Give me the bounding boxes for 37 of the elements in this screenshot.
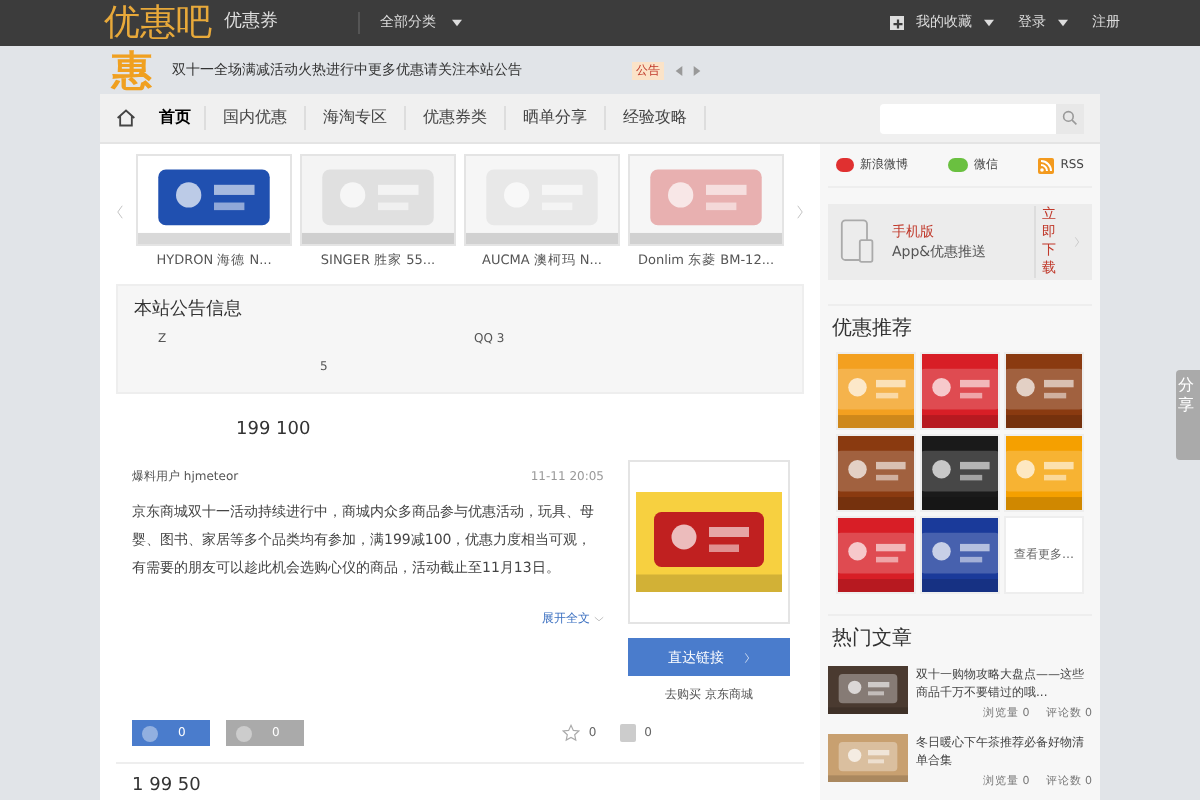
star-icon[interactable] [562, 724, 581, 743]
promo-tile[interactable] [1004, 352, 1084, 430]
post-title[interactable]: 199 100 [236, 417, 804, 445]
site-logo[interactable]: 优惠吧 [104, 5, 212, 41]
promo-tile[interactable] [920, 352, 1000, 430]
plus-icon [890, 16, 904, 30]
section-title: 热门文章 [832, 625, 914, 654]
chevron-right-icon [744, 651, 750, 664]
section-title: 优惠推荐 [832, 315, 914, 344]
previous-icon[interactable] [674, 65, 684, 75]
nav-tab[interactable]: 优惠券类 [406, 106, 506, 130]
announcement-title: 本站公告信息 [134, 297, 244, 324]
rss-icon [1038, 157, 1055, 173]
promo-tile[interactable] [836, 516, 916, 594]
nav-tab[interactable]: 国内优惠 [206, 106, 306, 130]
nav-tab[interactable]: 经验攻略 [606, 106, 706, 130]
promo-tile[interactable] [836, 352, 916, 430]
nav-tab[interactable]: 晒单分享 [506, 106, 606, 130]
caret-icon [452, 18, 462, 28]
next-post-title[interactable]: 1 99 50 [132, 774, 804, 800]
promo-tile[interactable] [920, 434, 1000, 512]
promo-tile[interactable] [920, 516, 1000, 594]
post-image-frame[interactable] [628, 460, 790, 625]
nav-tab[interactable]: 海淘专区 [306, 106, 406, 130]
home-icon[interactable] [116, 108, 136, 128]
chevron-down-icon [594, 616, 604, 623]
logo-mark: 惠 [112, 50, 152, 90]
caret-icon [1058, 18, 1068, 28]
tablet-phone-icon [840, 218, 876, 266]
caret-icon [984, 18, 994, 28]
next-icon[interactable] [692, 65, 702, 75]
promo-tile[interactable] [1004, 434, 1084, 512]
search-field[interactable] [880, 103, 1084, 133]
search-icon[interactable] [1062, 110, 1078, 126]
promo-tile[interactable] [836, 434, 916, 512]
site-name: 优惠券 [224, 9, 278, 36]
nav-tab[interactable]: 首页 [146, 106, 206, 130]
